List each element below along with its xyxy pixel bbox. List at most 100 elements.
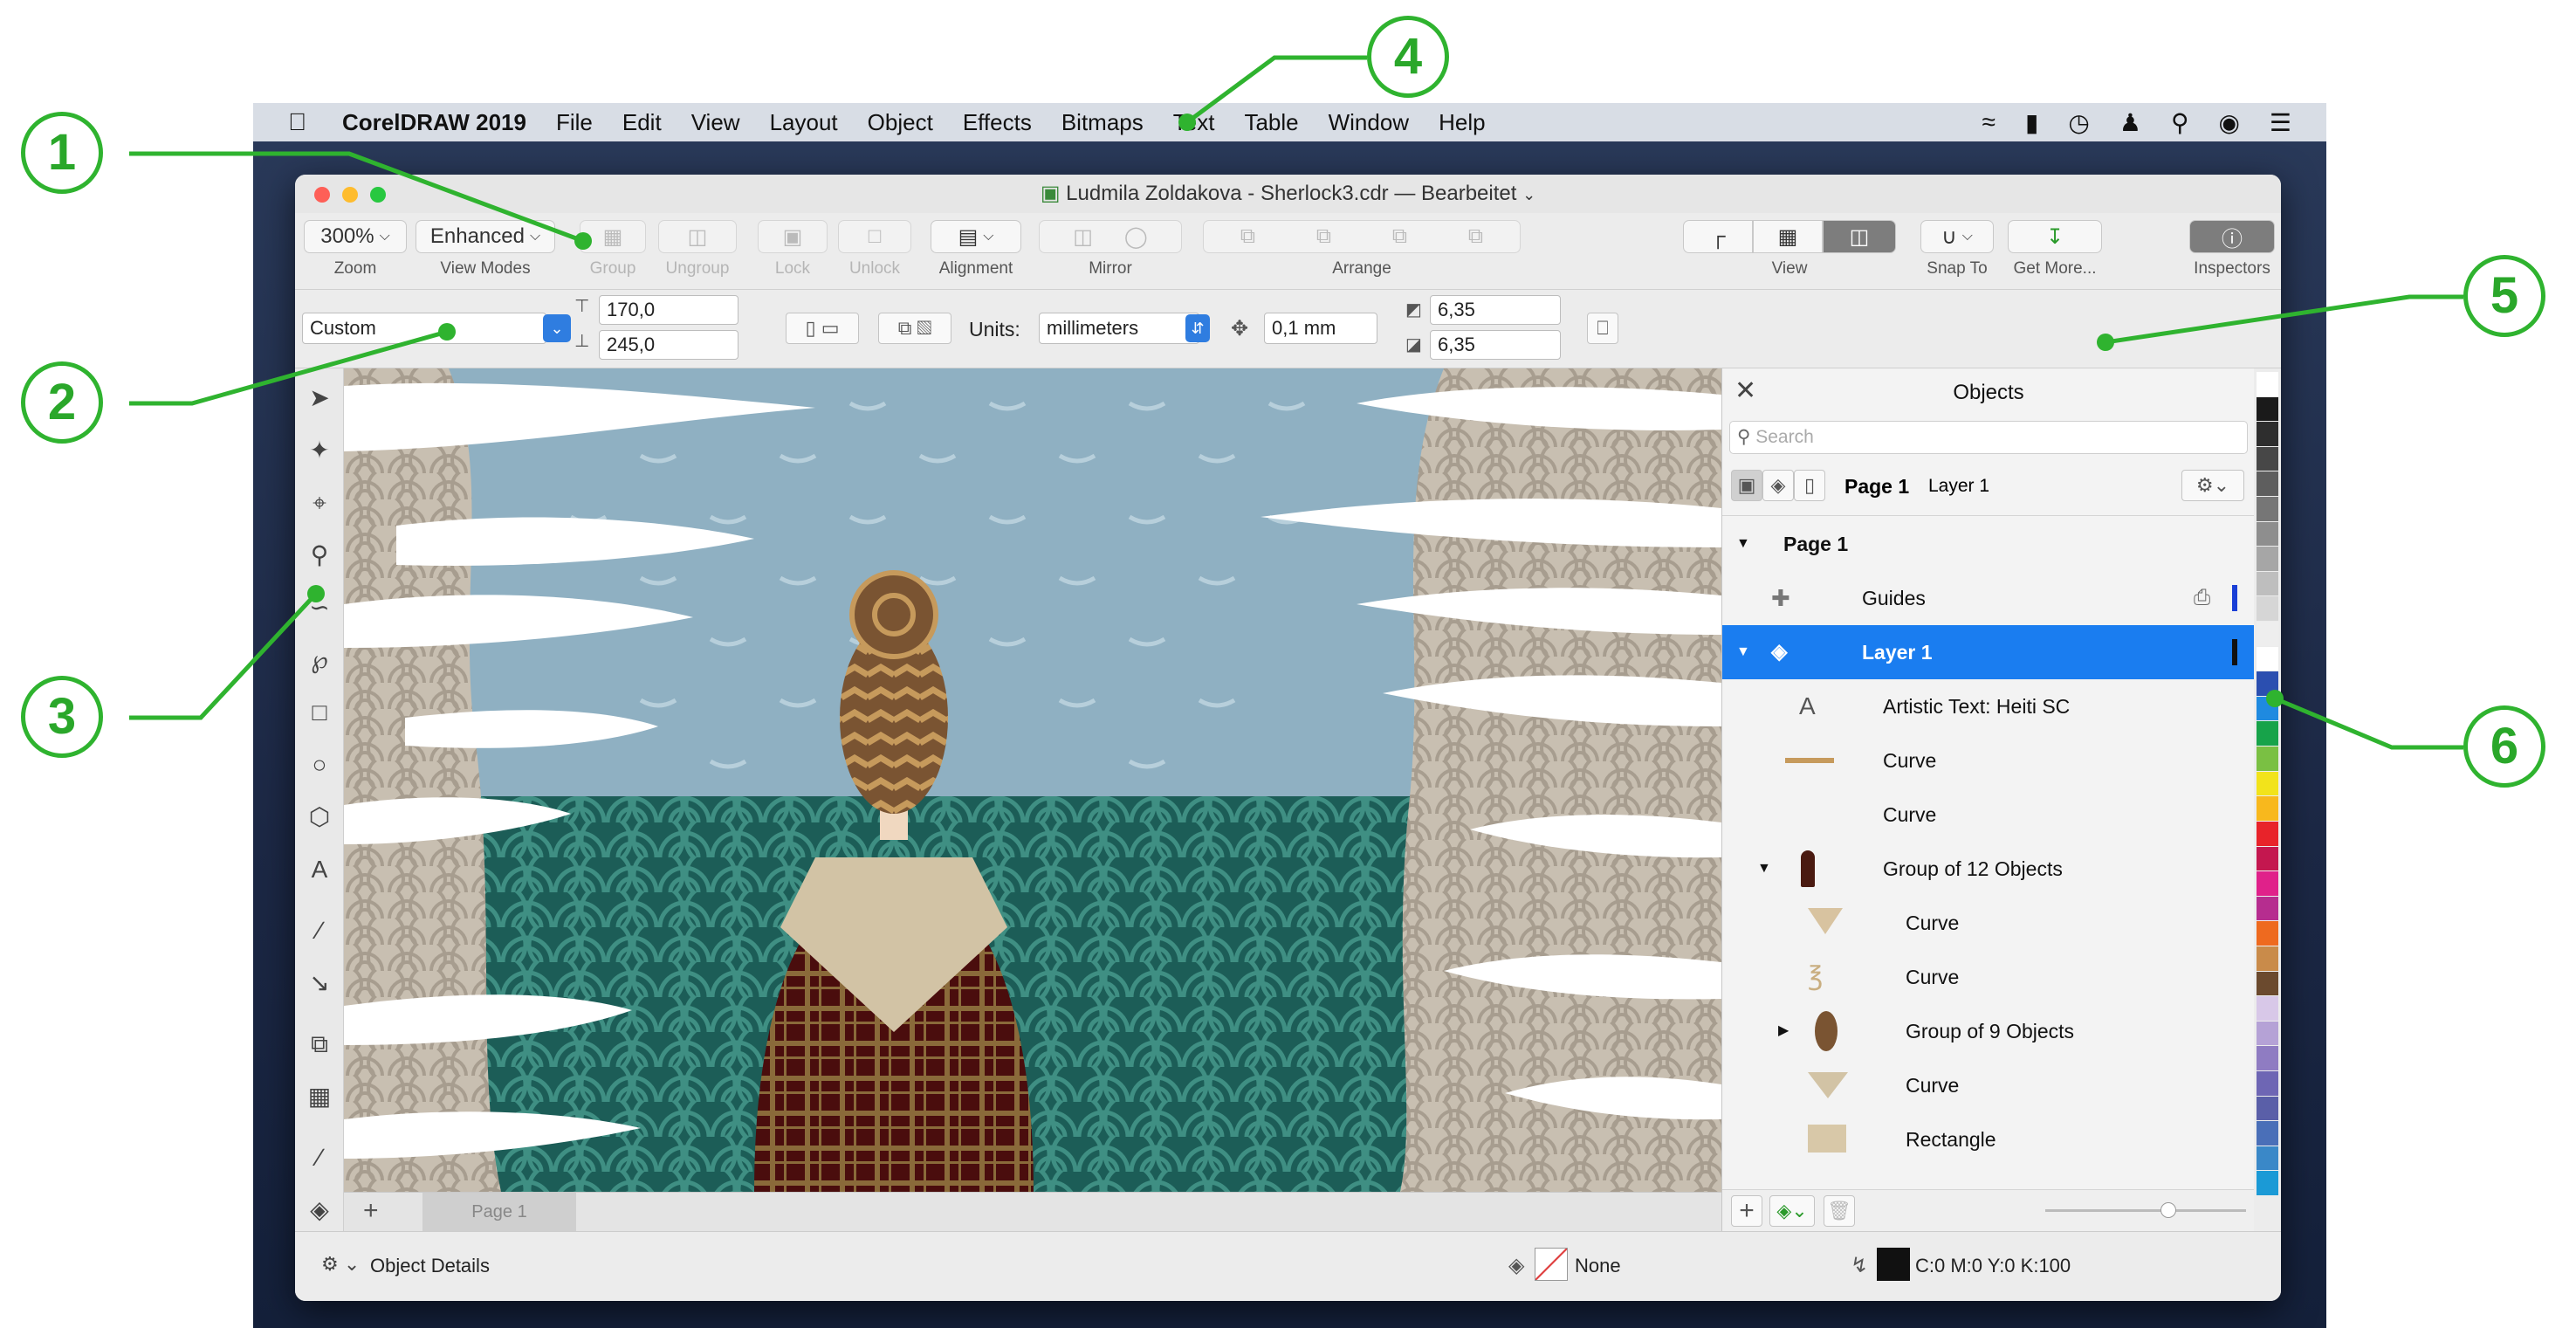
palette-swatch[interactable]: [2257, 571, 2278, 596]
menu-edit[interactable]: Edit: [622, 109, 662, 136]
menu-app-name[interactable]: CorelDRAW 2019: [342, 109, 526, 136]
clock-icon[interactable]: ◷: [2068, 108, 2089, 137]
palette-swatch[interactable]: [2257, 921, 2278, 946]
fill-tool-icon[interactable]: ◈: [304, 1194, 335, 1226]
menu-effects[interactable]: Effects: [963, 109, 1032, 136]
slider-knob[interactable]: [2160, 1202, 2176, 1218]
palette-swatch[interactable]: [2257, 871, 2278, 896]
palette-swatch[interactable]: [2257, 622, 2278, 646]
thumbnail-size-slider[interactable]: [2045, 1209, 2246, 1212]
pick-tool-icon[interactable]: ➤: [304, 382, 335, 414]
palette-swatch[interactable]: [2257, 1146, 2278, 1171]
text-tool-icon[interactable]: A: [304, 854, 335, 885]
palette-swatch[interactable]: [2257, 1021, 2278, 1046]
fill-swatch[interactable]: [1535, 1248, 1568, 1281]
page-view-icon[interactable]: ▣: [1731, 470, 1762, 501]
palette-swatch[interactable]: [2257, 747, 2278, 771]
page-width-field[interactable]: 170,0: [599, 295, 738, 325]
units-select[interactable]: millimeters: [1039, 313, 1199, 344]
transparency-tool-icon[interactable]: ▦: [304, 1081, 335, 1112]
drawing-canvas[interactable]: [344, 368, 1721, 1192]
palette-swatch[interactable]: [2257, 996, 2278, 1021]
tree-row-group-9[interactable]: ▶ Group of 9 Objects: [1722, 1004, 2255, 1058]
alignment-button[interactable]: ▤ ⌵: [931, 220, 1021, 253]
tree-row-rectangle[interactable]: Rectangle: [1722, 1112, 2255, 1166]
back-one-icon[interactable]: ⧉: [1392, 224, 1407, 249]
trash-icon[interactable]: 🗑: [1824, 1195, 1855, 1227]
ungroup-button[interactable]: ◫: [658, 220, 737, 253]
menu-bitmaps[interactable]: Bitmaps: [1061, 109, 1144, 136]
palette-swatch[interactable]: [2257, 896, 2278, 921]
zoom-dropdown[interactable]: 300% ⌵: [304, 220, 407, 253]
orientation-toggle[interactable]: ▯ ▭: [786, 313, 859, 344]
arrange-buttons[interactable]: ⧉ ⧉ ⧉ ⧉: [1203, 220, 1521, 253]
chevron-down-icon[interactable]: ⌄: [1522, 186, 1535, 203]
page-layout-toggle[interactable]: ⧉ ▧: [878, 313, 951, 344]
triangle-right-icon[interactable]: ▶: [1778, 1004, 1789, 1058]
unlock-button[interactable]: □: [838, 220, 911, 253]
tree-row-curve[interactable]: Curve: [1722, 788, 2255, 842]
menu-view[interactable]: View: [691, 109, 740, 136]
group-button[interactable]: ▦: [580, 220, 646, 253]
menu-window[interactable]: Window: [1329, 109, 1409, 136]
menu-table[interactable]: Table: [1244, 109, 1298, 136]
palette-swatch[interactable]: [2257, 1121, 2278, 1146]
menu-file[interactable]: File: [556, 109, 593, 136]
get-more-button[interactable]: ↧: [2008, 220, 2102, 253]
layers-icon[interactable]: ◈: [1762, 470, 1794, 501]
palette-swatch[interactable]: [2257, 946, 2278, 971]
palette-swatch[interactable]: [2257, 547, 2278, 571]
wifi-icon[interactable]: ≈: [1982, 108, 1996, 136]
palette-swatch[interactable]: [2257, 497, 2278, 521]
view-grid-button[interactable]: ▦: [1753, 220, 1823, 253]
palette-swatch[interactable]: [2257, 721, 2278, 747]
palette-swatch[interactable]: [2257, 796, 2278, 821]
duplicate-x-field[interactable]: 6,35: [1430, 295, 1561, 325]
palette-swatch[interactable]: [2257, 446, 2278, 471]
inspectors-button[interactable]: ⓘ: [2189, 220, 2275, 253]
minimize-window-button[interactable]: [342, 187, 358, 203]
page-options-button[interactable]: ⎕: [1587, 313, 1618, 344]
menu-layout[interactable]: Layout: [770, 109, 838, 136]
new-layer-icon[interactable]: ◈⌄: [1769, 1195, 1815, 1227]
eyedropper-tool-icon[interactable]: ∕: [304, 1142, 335, 1173]
objects-search-input[interactable]: ⚲ Search: [1729, 421, 2248, 454]
nudge-field[interactable]: 0,1 mm: [1264, 313, 1377, 344]
chevron-updown-icon[interactable]: ⇵: [1185, 314, 1210, 342]
snap-to-button[interactable]: ∪ ⌵: [1920, 220, 1994, 253]
add-page-icon[interactable]: +: [363, 1196, 379, 1226]
crop-tool-icon[interactable]: ⌖: [304, 487, 335, 519]
palette-swatch[interactable]: [2257, 1046, 2278, 1070]
palette-swatch[interactable]: [2257, 1096, 2278, 1121]
polygon-tool-icon[interactable]: ⬡: [304, 802, 335, 833]
tree-row-group-12[interactable]: ▼ Group of 12 Objects: [1722, 842, 2255, 896]
battery-icon[interactable]: ▮: [2025, 108, 2038, 137]
ellipse-tool-icon[interactable]: ○: [304, 749, 335, 781]
close-window-button[interactable]: [314, 187, 330, 203]
palette-swatch[interactable]: [2257, 521, 2278, 547]
to-back-icon[interactable]: ⧉: [1468, 224, 1483, 249]
gear-icon[interactable]: ⚙⌄: [2181, 470, 2244, 501]
notification-list-icon[interactable]: ☰: [2270, 108, 2291, 137]
tree-row-curve[interactable]: Curve: [1722, 896, 2255, 950]
palette-swatch[interactable]: [2257, 471, 2278, 497]
palette-swatch[interactable]: [2257, 771, 2278, 796]
tree-row-page[interactable]: ▼ Page 1: [1722, 517, 2255, 571]
mirror-vertical-icon[interactable]: ◯: [1124, 224, 1148, 250]
chevron-down-icon[interactable]: ⌄: [543, 314, 571, 342]
palette-swatch[interactable]: [2257, 696, 2278, 721]
view-docker-button[interactable]: ◫: [1823, 220, 1896, 253]
line-tool-icon[interactable]: ∕: [304, 915, 335, 946]
palette-swatch[interactable]: [2257, 372, 2278, 396]
tree-row-artistic-text[interactable]: A Artistic Text: Heiti SC: [1722, 679, 2255, 733]
connector-tool-icon[interactable]: ↘: [304, 967, 335, 999]
duplicate-y-field[interactable]: 6,35: [1430, 330, 1561, 360]
palette-swatch[interactable]: [2257, 1070, 2278, 1096]
menu-help[interactable]: Help: [1439, 109, 1485, 136]
palette-swatch[interactable]: [2257, 846, 2278, 871]
menu-text[interactable]: Text: [1173, 109, 1215, 136]
print-disabled-icon[interactable]: ⎙: [2194, 571, 2210, 625]
search-icon[interactable]: ⚲: [2171, 108, 2189, 137]
view-modes-dropdown[interactable]: Enhanced ⌵: [416, 220, 555, 253]
tree-row-curve[interactable]: ℥ Curve: [1722, 950, 2255, 1004]
